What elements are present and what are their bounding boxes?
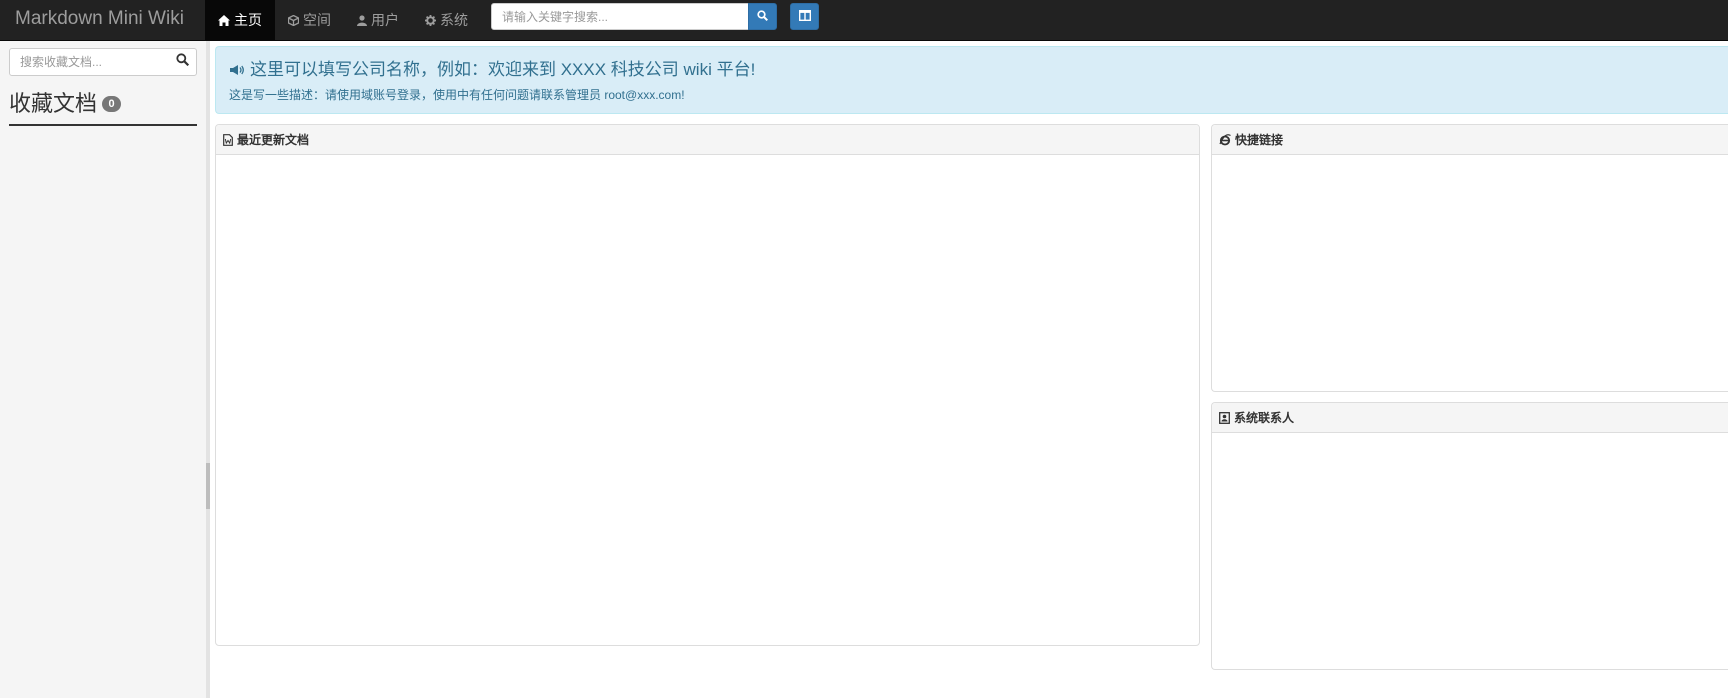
quick-links-heading: 快捷链接 (1212, 125, 1728, 155)
search-icon (757, 9, 769, 24)
gear-icon (425, 14, 436, 26)
nav-item-label: 空间 (303, 12, 331, 28)
sidebar-splitter[interactable] (206, 41, 210, 698)
splitter-handle[interactable] (206, 463, 210, 509)
global-search-button[interactable] (748, 3, 777, 30)
nav-item-label: 用户 (371, 12, 399, 28)
favorites-search-input[interactable] (9, 48, 197, 76)
recent-docs-title: 最近更新文档 (237, 133, 310, 147)
recent-docs-heading: 最近更新文档 (216, 125, 1199, 155)
contact-book-icon (1219, 411, 1230, 424)
cube-icon (288, 14, 299, 26)
nav-item-users[interactable]: 用户 (344, 0, 412, 40)
system-contacts-title: 系统联系人 (1234, 411, 1295, 425)
bullhorn-icon (229, 64, 245, 76)
quick-links-title: 快捷链接 (1235, 133, 1284, 147)
system-contacts-heading: 系统联系人 (1212, 403, 1728, 433)
layout-toggle-button[interactable] (790, 3, 819, 30)
top-navbar: Markdown Mini Wiki 主页 空间 用户 系统 (0, 0, 1728, 41)
nav-item-label: 系统 (440, 12, 468, 28)
announcement-banner: 这里可以填写公司名称，例如：欢迎来到 XXXX 科技公司 wiki 平台! 这是… (215, 46, 1728, 114)
brand-logo[interactable]: Markdown Mini Wiki (15, 8, 184, 30)
global-search-input[interactable] (491, 3, 749, 30)
ie-browser-icon (1219, 133, 1231, 146)
quick-links-panel: 快捷链接 (1211, 124, 1728, 392)
home-icon (218, 14, 230, 26)
nav-item-spaces[interactable]: 空间 (275, 0, 344, 40)
user-icon (357, 14, 367, 26)
favorites-title: 收藏文档 (9, 91, 98, 116)
announcement-description: 这是写一些描述：请使用域账号登录，使用中有任何问题请联系管理员 root@xxx… (229, 88, 685, 102)
announcement-title-text: 这里可以填写公司名称，例如：欢迎来到 XXXX 科技公司 wiki 平台! (250, 60, 756, 79)
main-nav: 主页 空间 用户 系统 (205, 0, 481, 40)
favorites-search-button[interactable] (174, 53, 190, 69)
search-icon (175, 53, 189, 69)
favorites-heading: 收藏文档 0 (9, 90, 122, 118)
nav-item-home[interactable]: 主页 (205, 0, 275, 40)
favorites-count-badge: 0 (102, 96, 122, 112)
favorites-divider (9, 124, 197, 126)
favorites-sidebar (0, 41, 206, 698)
recent-docs-panel: 最近更新文档 (215, 124, 1200, 646)
system-contacts-panel: 系统联系人 (1211, 402, 1728, 670)
columns-icon (798, 9, 811, 24)
announcement-title: 这里可以填写公司名称，例如：欢迎来到 XXXX 科技公司 wiki 平台! (229, 59, 755, 81)
word-file-icon (223, 133, 233, 146)
nav-item-label: 主页 (234, 12, 262, 28)
nav-item-system[interactable]: 系统 (412, 0, 481, 40)
